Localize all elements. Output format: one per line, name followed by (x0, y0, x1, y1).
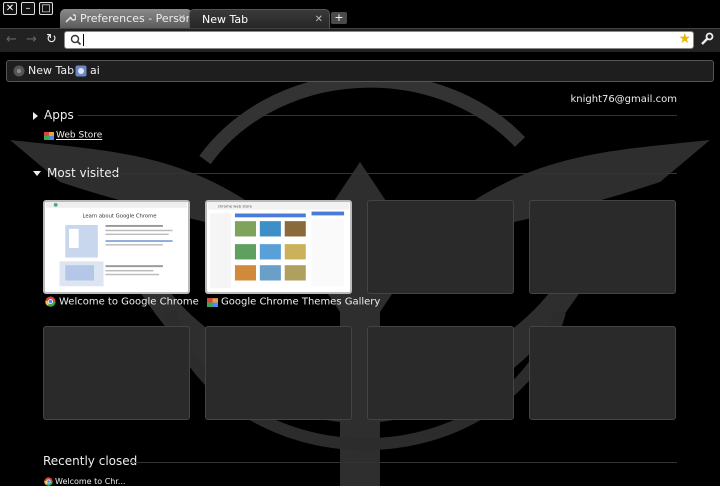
ai-app-icon (75, 65, 87, 77)
most-visited-divider (112, 173, 677, 174)
tab-close-icon[interactable]: ✕ (178, 9, 186, 28)
bookmark-star-icon[interactable]: ★ (678, 31, 691, 47)
most-visited-empty-slot[interactable] (367, 326, 514, 420)
expand-arrow-icon (33, 111, 38, 120)
window-maximize-button[interactable]: □ (39, 2, 53, 15)
wrench-icon (65, 14, 76, 23)
text-cursor (83, 34, 84, 46)
web-store-icon (207, 298, 218, 307)
web-store-label: Web Store (56, 130, 103, 141)
recently-closed-divider (130, 462, 677, 463)
most-visited-title[interactable]: Welcome to Google Chrome (45, 296, 199, 308)
apps-divider (78, 115, 677, 116)
collapse-arrow-icon (33, 171, 41, 176)
toolbar: ← → ↻ ★ (0, 28, 720, 52)
web-store-link[interactable]: Web Store (44, 130, 102, 141)
most-visited-empty-slot[interactable] (367, 200, 514, 294)
preview-heading: chrome web store (218, 204, 253, 209)
tab-close-icon[interactable]: ✕ (315, 10, 323, 28)
forward-button[interactable]: → (26, 32, 37, 48)
recently-closed-item[interactable]: Welcome to Chr... (44, 477, 126, 486)
chrome-icon (45, 296, 56, 307)
recently-closed-heading: Recently closed (43, 454, 138, 468)
most-visited-empty-slot[interactable] (205, 326, 352, 420)
new-tab-button[interactable]: + (331, 12, 347, 24)
most-visited-title[interactable]: Google Chrome Themes Gallery (207, 296, 380, 308)
wrench-menu-icon[interactable] (700, 32, 714, 46)
preview-heading: Learn about Google Chrome (83, 213, 157, 219)
bookmark-new-tab[interactable]: New Tab (13, 64, 74, 78)
most-visited-thumbnail[interactable]: chrome web store (205, 200, 352, 294)
most-visited-empty-slot[interactable] (529, 200, 676, 294)
tab-preferences[interactable]: Preferences - Personal S ✕ (60, 9, 192, 28)
back-button[interactable]: ← (6, 32, 17, 48)
most-visited-title-text: Welcome to Google Chrome (59, 296, 199, 308)
bookmark-label: New Tab (28, 64, 75, 77)
omnibox-input[interactable] (83, 33, 663, 47)
tab-label: New Tab (202, 13, 249, 26)
apps-section-header[interactable]: Apps (33, 108, 74, 122)
reload-button[interactable]: ↻ (46, 32, 57, 48)
most-visited-empty-slot[interactable] (529, 326, 676, 420)
search-icon (70, 34, 82, 46)
bookmark-ai[interactable]: ai (75, 64, 100, 78)
tab-label: Preferences - Personal S (80, 12, 192, 25)
recently-closed-label: Welcome to Chr... (55, 477, 126, 486)
web-store-icon (44, 132, 54, 140)
bookmark-label: ai (90, 64, 100, 77)
most-visited-title-text: Google Chrome Themes Gallery (221, 296, 381, 308)
tab-strip: ✕ – □ Preferences - Personal S ✕ New Tab… (0, 0, 720, 28)
chrome-icon (44, 477, 53, 486)
window-close-button[interactable]: ✕ (3, 2, 17, 15)
most-visited-section-header[interactable]: Most visited (33, 166, 119, 180)
chrome-icon (13, 65, 25, 77)
page-preview: Learn about Google Chrome (46, 202, 187, 292)
apps-heading: Apps (44, 108, 74, 122)
window-minimize-button[interactable]: – (21, 2, 35, 15)
tab-new-tab[interactable]: New Tab ✕ (189, 9, 330, 28)
account-email[interactable]: knight76@gmail.com (570, 94, 677, 105)
page-preview: chrome web store (208, 202, 349, 292)
bookmark-bar: New Tab ai (6, 60, 714, 82)
most-visited-empty-slot[interactable] (43, 326, 190, 420)
omnibox[interactable]: ★ (64, 31, 694, 49)
most-visited-thumbnail[interactable]: Learn about Google Chrome (43, 200, 190, 294)
most-visited-heading: Most visited (47, 166, 120, 180)
